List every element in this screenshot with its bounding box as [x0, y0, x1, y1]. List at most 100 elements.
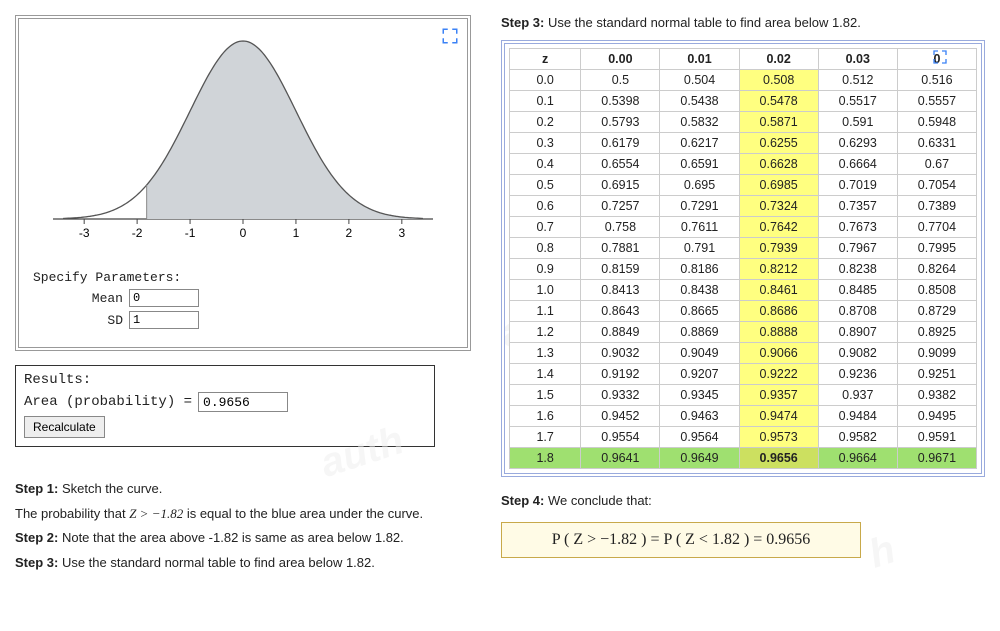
sd-input[interactable]	[129, 311, 199, 329]
z-table-cell: 0.9357	[739, 385, 818, 406]
step3-head: Step 3:	[15, 555, 58, 570]
step2-text: Note that the area above -1.82 is same a…	[58, 530, 403, 545]
z-table-cell: 0.6293	[818, 133, 897, 154]
z-table-cell: 0.6591	[660, 154, 739, 175]
z-table-cell: 0.8925	[897, 322, 976, 343]
z-table-cell: 0.67	[897, 154, 976, 175]
z-table-cell: 0.6217	[660, 133, 739, 154]
z-table-cell: 1.6	[510, 406, 581, 427]
z-table-header: z	[510, 49, 581, 70]
z-table-cell: 0.7257	[581, 196, 660, 217]
expand-icon[interactable]	[929, 46, 951, 68]
z-table-cell: 0.9382	[897, 385, 976, 406]
z-table-cell: 0.8643	[581, 301, 660, 322]
z-table-cell: 0.5948	[897, 112, 976, 133]
area-output[interactable]	[198, 392, 288, 412]
z-table-cell: 0.7	[510, 217, 581, 238]
z-table-cell: 0.9032	[581, 343, 660, 364]
z-table-cell: 0.5438	[660, 91, 739, 112]
results-header: Results:	[24, 372, 426, 388]
z-table-header: 0.00	[581, 49, 660, 70]
step4-head: Step 4:	[501, 493, 544, 508]
z-table-cell: 0.7054	[897, 175, 976, 196]
normal-curve-panel: -3-2-10123 Specify Parameters: Mean SD	[15, 15, 471, 351]
z-table-cell: 0.4	[510, 154, 581, 175]
z-table-cell: 0.9573	[739, 427, 818, 448]
z-table-cell: 0.1	[510, 91, 581, 112]
mean-input[interactable]	[129, 289, 199, 307]
z-table-cell: 0.9192	[581, 364, 660, 385]
z-table-cell: 0.9332	[581, 385, 660, 406]
z-table-cell: 0.6985	[739, 175, 818, 196]
z-table-cell: 0.9554	[581, 427, 660, 448]
z-table-cell: 0.7881	[581, 238, 660, 259]
z-table-cell: 0.8508	[897, 280, 976, 301]
z-table-cell: 1.3	[510, 343, 581, 364]
z-table-cell: 0.8159	[581, 259, 660, 280]
z-table-cell: 0.9664	[818, 448, 897, 469]
z-table-cell: 0.0	[510, 70, 581, 91]
z-table-cell: 0.7019	[818, 175, 897, 196]
z-table-cell: 0.8888	[739, 322, 818, 343]
z-table-cell: 0.9452	[581, 406, 660, 427]
z-table-cell: 0.504	[660, 70, 739, 91]
z-table-cell: 0.9591	[897, 427, 976, 448]
svg-text:3: 3	[398, 226, 405, 240]
z-table-cell: 0.7291	[660, 196, 739, 217]
z-table-cell: 0.591	[818, 112, 897, 133]
z-table-cell: 0.791	[660, 238, 739, 259]
z-table-cell: 0.9	[510, 259, 581, 280]
z-table-cell: 0.5398	[581, 91, 660, 112]
z-table-cell: 0.7357	[818, 196, 897, 217]
z-table-cell: 0.8438	[660, 280, 739, 301]
z-table-cell: 0.9222	[739, 364, 818, 385]
z-table-cell: 0.8	[510, 238, 581, 259]
z-table-cell: 0.8686	[739, 301, 818, 322]
step3-text: Use the standard normal table to find ar…	[58, 555, 375, 570]
recalculate-button[interactable]: Recalculate	[24, 416, 105, 438]
mean-label: Mean	[33, 291, 123, 306]
z-table-cell: 0.937	[818, 385, 897, 406]
z-table-cell: 0.5832	[660, 112, 739, 133]
z-table-cell: 0.508	[739, 70, 818, 91]
svg-text:-1: -1	[185, 226, 196, 240]
z-table-cell: 0.8729	[897, 301, 976, 322]
z-table-cell: 0.8849	[581, 322, 660, 343]
conclusion-formula: P ( Z > −1.82 ) = P ( Z < 1.82 ) = 0.965…	[552, 531, 811, 548]
z-table-cell: 0.6331	[897, 133, 976, 154]
z-table-cell: 0.8665	[660, 301, 739, 322]
z-table-cell: 0.3	[510, 133, 581, 154]
step1-line2a: The probability that	[15, 506, 129, 521]
z-table-cell: 0.9099	[897, 343, 976, 364]
z-table-cell: 0.9582	[818, 427, 897, 448]
steps-block: Step 1: Sketch the curve. The probabilit…	[15, 477, 471, 576]
z-table-cell: 0.9564	[660, 427, 739, 448]
z-table-cell: 0.9082	[818, 343, 897, 364]
z-table-cell: 1.7	[510, 427, 581, 448]
z-table-cell: 0.8907	[818, 322, 897, 343]
z-table-cell: 0.7642	[739, 217, 818, 238]
z-table-cell: 1.2	[510, 322, 581, 343]
expand-icon[interactable]	[439, 25, 461, 47]
z-table-cell: 0.9251	[897, 364, 976, 385]
z-table-cell: 0.7704	[897, 217, 976, 238]
z-table-cell: 0.8485	[818, 280, 897, 301]
z-table-cell: 0.695	[660, 175, 739, 196]
z-table-cell: 0.8212	[739, 259, 818, 280]
z-table-cell: 0.7967	[818, 238, 897, 259]
step1-text: Sketch the curve.	[58, 481, 162, 496]
z-table-cell: 0.9495	[897, 406, 976, 427]
z-table-cell: 0.9671	[897, 448, 976, 469]
z-table-cell: 0.8238	[818, 259, 897, 280]
results-box: Results: Area (probability) = Recalculat…	[15, 365, 435, 447]
z-table-cell: 0.8869	[660, 322, 739, 343]
z-table-cell: 0.9641	[581, 448, 660, 469]
sd-label: SD	[33, 313, 123, 328]
svg-text:2: 2	[346, 226, 353, 240]
z-table-cell: 0.5	[581, 70, 660, 91]
z-table-cell: 0.5478	[739, 91, 818, 112]
z-table-cell: 0.9474	[739, 406, 818, 427]
z-table-cell: 0.7611	[660, 217, 739, 238]
z-table-cell: 0.9656	[739, 448, 818, 469]
z-table-cell: 0.9463	[660, 406, 739, 427]
